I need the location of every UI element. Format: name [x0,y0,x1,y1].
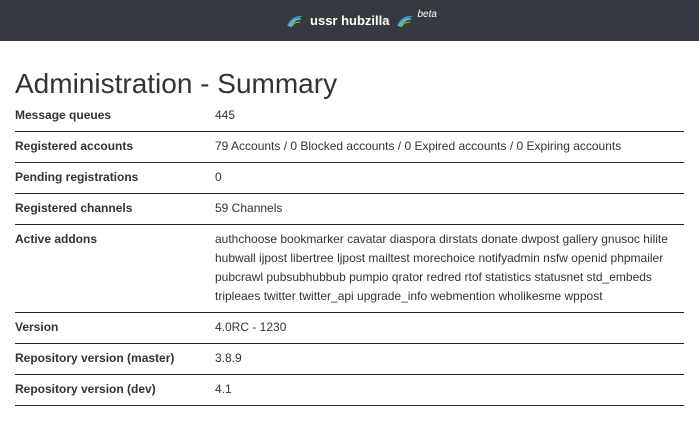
beta-badge: beta [417,9,437,20]
row-label: Repository version (dev) [15,374,215,406]
row-value: 4.1 [215,374,684,406]
row-value: 445 [215,101,684,132]
row-label: Registered channels [15,193,215,225]
table-row: Version 4.0RC - 1230 [15,312,684,344]
active-addons-list: authchoose bookmarker cavatar diaspora d… [215,224,684,313]
table-row: Registered channels 59 Channels [15,193,684,225]
table-row: Registered accounts 79 Accounts / 0 Bloc… [15,131,684,163]
table-row: Message queues 445 [15,101,684,132]
row-label: Pending registrations [15,162,215,194]
row-value: 3.8.9 [215,343,684,375]
row-label: Repository version (master) [15,343,215,375]
row-label: Registered accounts [15,131,215,163]
row-value: 79 Accounts / 0 Blocked accounts / 0 Exp… [215,131,684,163]
table-row: Pending registrations 0 [15,162,684,194]
row-value: 0 [215,162,684,194]
page-title: Administration - Summary [15,68,338,99]
summary-table: Message queues 445 Registered accounts 7… [15,101,684,406]
row-label: Version [15,312,215,344]
site-brand[interactable]: ussr hubzilla beta [286,9,437,28]
hubzilla-logo-icon [286,14,304,28]
row-label: Active addons [15,224,215,313]
navbar: ussr hubzilla beta [0,0,699,41]
row-label: Message queues [15,101,215,132]
row-value: 4.0RC - 1230 [215,312,684,344]
site-name: ussr hubzilla [310,13,390,28]
table-row: Repository version (master) 3.8.9 [15,343,684,375]
table-row: Active addons authchoose bookmarker cava… [15,224,684,313]
main-content: Administration - Summary Message queues … [0,69,699,406]
table-row: Repository version (dev) 4.1 [15,374,684,406]
hubzilla-logo-icon [396,14,414,28]
row-value: 59 Channels [215,193,684,225]
